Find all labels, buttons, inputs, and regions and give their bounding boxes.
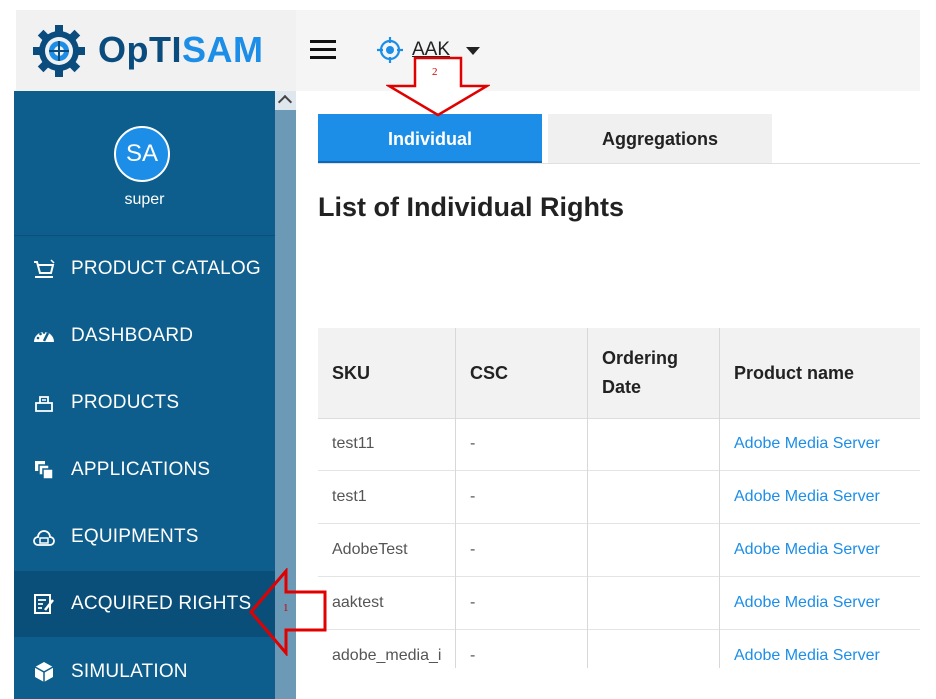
table-row[interactable]: aaktest - Adobe Media Server [318,577,920,630]
table-row[interactable]: test11 - Adobe Media Server [318,418,920,471]
page-title: List of Individual Rights [318,192,624,222]
tab-divider [318,163,920,164]
chevron-down-icon[interactable] [466,47,480,55]
table-row[interactable]: adobe_media_i - Adobe Media Server [318,630,920,668]
logo-text-ti: TI [149,29,182,70]
rights-table: SKU CSC Ordering Date Product name test1… [318,328,920,668]
applications-icon [35,461,54,480]
column-divider [587,328,588,668]
sidebar-item-applications[interactable]: APPLICATIONS [14,437,275,503]
product-name-link[interactable]: Adobe Media Server [720,577,920,629]
cell-csc: - [470,594,476,611]
cell-csc: - [470,541,476,558]
sidebar-item-dashboard[interactable]: DASHBOARD [14,303,275,369]
table-row[interactable]: AdobeTest - Adobe Media Server [318,524,920,577]
gear-logo-icon [33,25,85,77]
column-header-product-name[interactable]: Product name [720,328,920,418]
annotation-label-1: 1 [283,602,289,614]
hamburger-menu-icon[interactable] [310,40,336,60]
column-divider [719,328,720,668]
acquired-rights-icon [34,594,54,614]
product-name-link[interactable]: Adobe Media Server [720,524,920,576]
cell-ordering-date [588,471,720,523]
scroll-up-icon[interactable] [275,91,296,110]
product-name-link[interactable]: Adobe Media Server [720,418,920,470]
annotation-arrow-down [386,56,490,117]
sidebar-item-label: ACQUIRED RIGHTS [71,593,252,614]
sidebar-item-simulation[interactable]: SIMULATION [14,639,275,699]
table-row[interactable]: test1 - Adobe Media Server [318,471,920,524]
logo-text: OpTISAM [98,28,264,72]
cell-sku: test11 [332,435,375,452]
logo[interactable]: OpTISAM [16,10,296,91]
column-header-csc[interactable]: CSC [456,328,588,418]
sidebar: SA super PRODUCT CATALOG DASHBOARD PRODU… [14,91,275,699]
cell-ordering-date [588,524,720,576]
sidebar-item-equipments[interactable]: EQUIPMENTS [14,504,275,570]
sidebar-item-label: SIMULATION [71,661,188,682]
sidebar-item-label: DASHBOARD [71,325,194,346]
cell-ordering-date [588,577,720,629]
cell-sku: aaktest [332,594,384,611]
sidebar-item-label: PRODUCT CATALOG [71,258,261,279]
cell-sku: test1 [332,488,367,505]
cart-icon [34,259,55,278]
cell-csc: - [470,488,476,505]
logo-text-op: Op [98,29,149,70]
dashboard-icon [34,331,54,342]
cell-ordering-date [588,418,720,470]
tab-aggregations[interactable]: Aggregations [548,114,772,164]
annotation-label-2: 2 [432,66,438,78]
simulation-icon [34,662,54,682]
cell-ordering-date [588,630,720,668]
products-icon [35,396,53,412]
column-header-ordering-date[interactable]: Ordering Date [588,328,720,418]
sidebar-item-label: PRODUCTS [71,392,180,413]
equipments-icon [33,530,55,546]
cell-sku: adobe_media_i [332,647,442,664]
product-name-link[interactable]: Adobe Media Server [720,630,920,668]
product-name-link[interactable]: Adobe Media Server [720,471,920,523]
sidebar-item-products[interactable]: PRODUCTS [14,370,275,436]
sidebar-item-label: EQUIPMENTS [71,526,199,547]
table-header: SKU CSC Ordering Date Product name [318,328,920,419]
sidebar-item-label: APPLICATIONS [71,459,211,480]
logo-text-sam: SAM [182,29,264,70]
username: super [124,191,165,208]
cell-csc: - [470,435,476,452]
cell-sku: AdobeTest [332,541,408,558]
tab-individual[interactable]: Individual [318,114,542,164]
sidebar-item-product-catalog[interactable]: PRODUCT CATALOG [14,236,275,302]
sidebar-item-acquired-rights[interactable]: ACQUIRED RIGHTS [14,571,275,637]
avatar[interactable]: SA [114,126,170,182]
cell-csc: - [470,647,476,664]
column-header-sku[interactable]: SKU [318,328,456,418]
column-divider [455,328,456,668]
